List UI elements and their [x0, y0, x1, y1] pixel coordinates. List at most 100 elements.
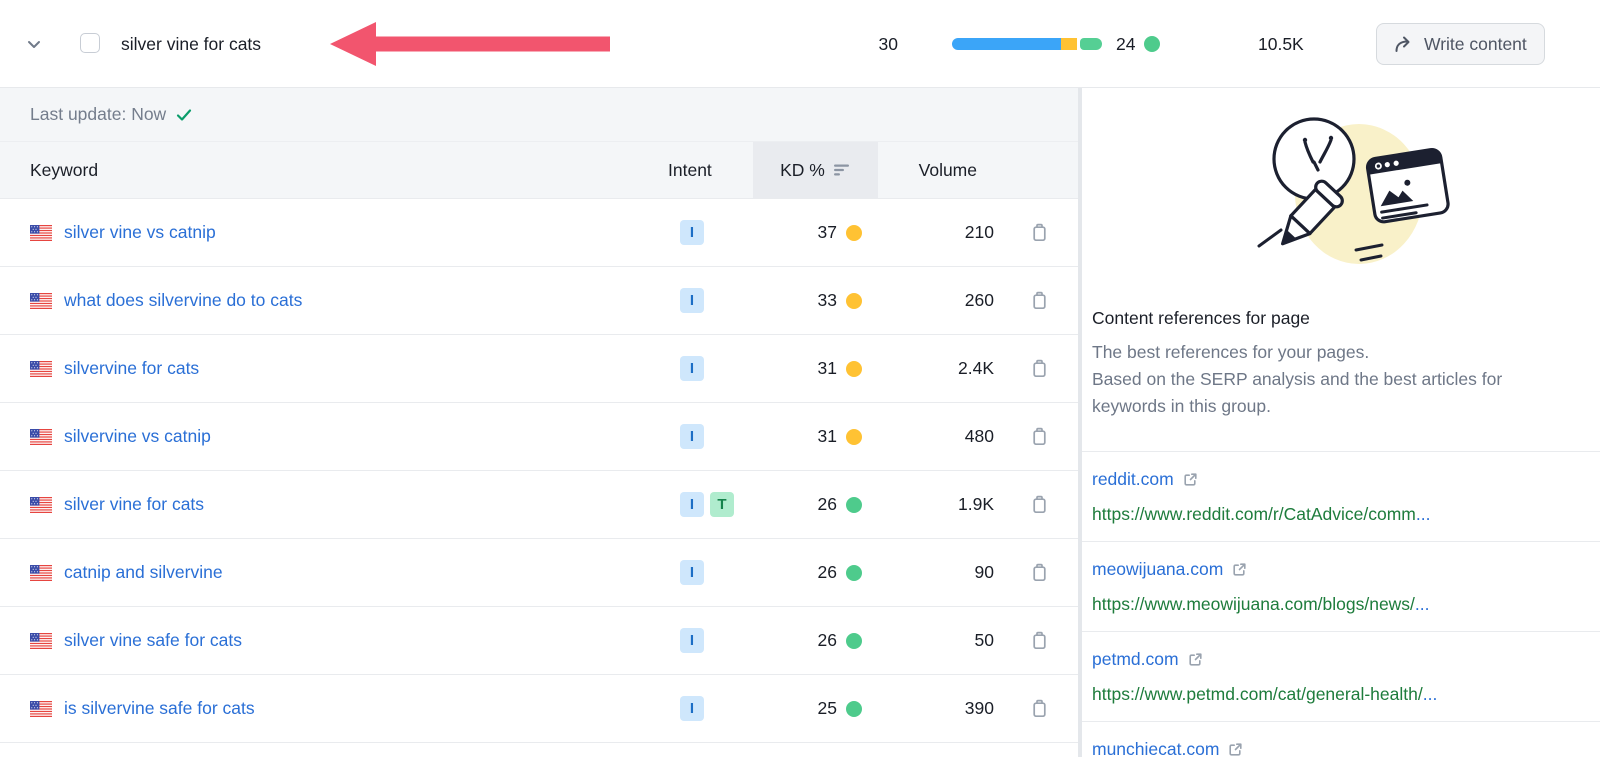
group-title: silver vine for cats: [121, 32, 261, 56]
reference-domain-link[interactable]: munchiecat.com: [1092, 737, 1219, 757]
group-checkbox[interactable]: [80, 33, 100, 53]
kd-dot: [846, 701, 862, 717]
trash-icon[interactable]: [1031, 223, 1048, 242]
table-row: what does silvervine do to cats I 33 260: [0, 267, 1078, 335]
references-list: reddit.com https://www.reddit.com/r/CatA…: [1092, 451, 1600, 757]
keyword-link[interactable]: is silvervine safe for cats: [64, 698, 255, 719]
keyword-count: 24: [1116, 32, 1135, 56]
kd-value: 26: [818, 494, 837, 515]
us-flag-icon: [30, 565, 52, 581]
write-content-label: Write content: [1424, 34, 1527, 55]
keyword-table-body: silver vine vs catnip I 37 210: [0, 199, 1078, 743]
kd-dot: [846, 225, 862, 241]
chevron-down-icon[interactable]: [24, 34, 44, 54]
reference-item: reddit.com https://www.reddit.com/r/CatA…: [1082, 451, 1600, 541]
keyword-link[interactable]: silvervine vs catnip: [64, 426, 211, 447]
us-flag-icon: [30, 293, 52, 309]
kd-dot: [846, 633, 862, 649]
intent-badges: I: [648, 403, 753, 470]
intent-badges: I: [648, 539, 753, 606]
volume-value: 390: [878, 675, 1000, 742]
us-flag-icon: [30, 497, 52, 513]
intent-badge-t: T: [710, 492, 734, 517]
intent-badges: I: [648, 607, 753, 674]
volume-value: 2.4K: [878, 335, 1000, 402]
intent-badges: I: [648, 675, 753, 742]
intent-badge-i: I: [680, 560, 704, 585]
content-references-illustration: [1092, 102, 1600, 282]
volume-value: 480: [878, 403, 1000, 470]
kd-value: 37: [818, 222, 837, 243]
table-row: silvervine for cats I 31 2.4K: [0, 335, 1078, 403]
write-content-button[interactable]: Write content: [1376, 23, 1545, 65]
main-area: Last update: Now Keyword Intent KD % Vol…: [0, 88, 1600, 757]
check-icon: [176, 108, 192, 122]
external-link-icon[interactable]: [1188, 652, 1203, 667]
keyword-count-wrap: 24: [1116, 32, 1160, 56]
annotation-arrow-left-icon: [330, 21, 610, 72]
kd-value: 25: [818, 698, 837, 719]
keyword-link[interactable]: silvervine for cats: [64, 358, 199, 379]
reference-url[interactable]: https://www.reddit.com/r/CatAdvice/comm.…: [1092, 502, 1590, 526]
kd-value: 31: [818, 358, 837, 379]
kd-dot: [846, 497, 862, 513]
forward-arrow-icon: [1394, 36, 1414, 53]
volume-value: 260: [878, 267, 1000, 334]
keyword-link[interactable]: what does silvervine do to cats: [64, 290, 302, 311]
intent-badge-i: I: [680, 424, 704, 449]
status-bar: Last update: Now: [0, 88, 1078, 142]
kd-dot: [846, 361, 862, 377]
trash-icon[interactable]: [1031, 563, 1048, 582]
intent-badges: IT: [648, 471, 753, 538]
last-update-label: Last update: Now: [30, 104, 166, 125]
intent-badge-i: I: [680, 492, 704, 517]
trash-icon[interactable]: [1031, 495, 1048, 514]
reference-item: munchiecat.com: [1082, 721, 1600, 757]
trash-icon[interactable]: [1031, 631, 1048, 650]
external-link-icon[interactable]: [1183, 472, 1198, 487]
table-row: is silvervine safe for cats I 25 390: [0, 675, 1078, 743]
intent-badge-i: I: [680, 356, 704, 381]
table-header-row: Keyword Intent KD % Volume: [0, 142, 1078, 199]
intent-badge-i: I: [680, 628, 704, 653]
kd-progress-bar: [952, 38, 1102, 50]
intent-badge-i: I: [680, 288, 704, 313]
column-header-keyword: Keyword: [0, 142, 648, 198]
table-row: silver vine safe for cats I 26 50: [0, 607, 1078, 675]
intent-badge-i: I: [680, 696, 704, 721]
trash-icon[interactable]: [1031, 291, 1048, 310]
trash-icon[interactable]: [1031, 699, 1048, 718]
reference-item: meowijuana.com https://www.meowijuana.co…: [1082, 541, 1600, 631]
reference-domain-link[interactable]: reddit.com: [1092, 467, 1174, 491]
kd-value: 26: [818, 630, 837, 651]
reference-url[interactable]: https://www.meowijuana.com/blogs/news/..…: [1092, 592, 1590, 616]
keyword-count-dot-icon: [1144, 36, 1160, 52]
us-flag-icon: [30, 225, 52, 241]
column-header-volume[interactable]: Volume: [878, 142, 1000, 198]
external-link-icon[interactable]: [1232, 562, 1247, 577]
reference-url[interactable]: https://www.petmd.com/cat/general-health…: [1092, 682, 1590, 706]
kd-value: 26: [818, 562, 837, 583]
us-flag-icon: [30, 633, 52, 649]
sort-descending-icon: [834, 164, 851, 176]
group-header: silver vine for cats 30 24 10.5K Write c…: [0, 0, 1600, 88]
external-link-icon[interactable]: [1228, 742, 1243, 757]
sidebar-title: Content references for page: [1092, 306, 1600, 330]
us-flag-icon: [30, 701, 52, 717]
trash-icon[interactable]: [1031, 359, 1048, 378]
table-row: silver vine for cats IT 26 1.9K: [0, 471, 1078, 539]
column-header-kd[interactable]: KD %: [753, 142, 878, 198]
table-row: catnip and silvervine I 26 90: [0, 539, 1078, 607]
keyword-link[interactable]: catnip and silvervine: [64, 562, 223, 583]
reference-domain-link[interactable]: petmd.com: [1092, 647, 1179, 671]
reference-domain-link[interactable]: meowijuana.com: [1092, 557, 1223, 581]
kd-value: 33: [818, 290, 837, 311]
reference-item: petmd.com https://www.petmd.com/cat/gene…: [1082, 631, 1600, 721]
keyword-link[interactable]: silver vine vs catnip: [64, 222, 216, 243]
column-header-intent[interactable]: Intent: [648, 142, 753, 198]
keyword-link[interactable]: silver vine safe for cats: [64, 630, 242, 651]
keyword-link[interactable]: silver vine for cats: [64, 494, 204, 515]
intent-badges: I: [648, 199, 753, 266]
trash-icon[interactable]: [1031, 427, 1048, 446]
kd-header-label: KD %: [780, 160, 825, 181]
